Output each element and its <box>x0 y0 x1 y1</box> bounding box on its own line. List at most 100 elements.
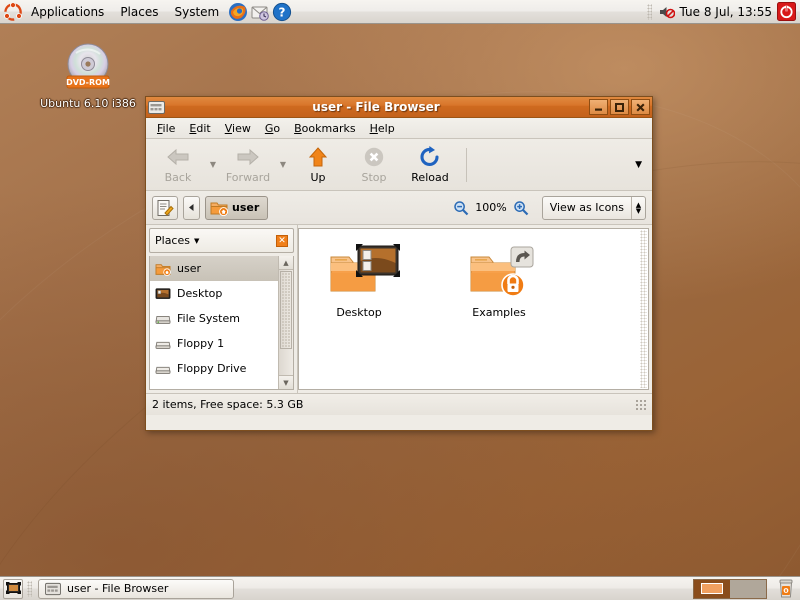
sidebar-item-user[interactable]: user <box>150 256 278 281</box>
toolbar-back-menu-arrow[interactable]: ▼ <box>206 160 220 169</box>
menu-bookmarks[interactable]: Bookmarks <box>287 120 362 137</box>
folder-icon <box>309 243 409 301</box>
file-browser-window[interactable]: user - File Browser File Edit View Go Bo… <box>145 96 653 431</box>
menu-go[interactable]: Go <box>258 120 287 137</box>
menu-file-rest: ile <box>163 122 176 135</box>
taskbar-button-label: user - File Browser <box>67 582 168 595</box>
file-item-examples[interactable]: Examples <box>449 243 549 319</box>
trash-icon[interactable] <box>775 579 797 599</box>
sidebar-item-floppy-drive[interactable]: Floppy Drive <box>150 356 278 381</box>
file-view-scroll-grip[interactable] <box>640 230 647 388</box>
svg-text:DVD-ROM: DVD-ROM <box>66 78 110 87</box>
scrollbar-trough[interactable] <box>279 350 293 375</box>
breadcrumb-user-label: user <box>232 201 259 214</box>
edit-location-icon <box>156 199 174 217</box>
resize-grip[interactable] <box>635 399 646 410</box>
sidebar-item-desktop-label: Desktop <box>177 287 222 300</box>
toolbar-reload-button[interactable]: Reload <box>402 141 458 189</box>
menu-go-rest: o <box>273 122 280 135</box>
evolution-mail-launcher-icon[interactable] <box>250 2 270 22</box>
scrollbar-thumb[interactable] <box>280 271 292 349</box>
taskbar-button-file-browser[interactable]: user - File Browser <box>38 579 234 599</box>
file-list-view[interactable]: Desktop <box>298 228 649 390</box>
file-item-desktop-label: Desktop <box>309 306 409 319</box>
menu-help-rest: elp <box>378 122 395 135</box>
sidebar-item-file-system[interactable]: File System <box>150 306 278 331</box>
workspace-2[interactable] <box>730 580 766 598</box>
folder-icon <box>449 243 549 301</box>
scroll-up-arrow[interactable]: ▲ <box>279 256 293 270</box>
panel-grip[interactable] <box>647 4 652 20</box>
file-browser-icon <box>148 100 165 115</box>
file-item-desktop[interactable]: Desktop <box>309 243 409 319</box>
menu-help[interactable]: Help <box>363 120 402 137</box>
sidebar-item-file-system-label: File System <box>177 312 240 325</box>
workspace-window-preview <box>701 583 723 594</box>
toolbar-forward-button[interactable]: Forward <box>220 141 276 189</box>
location-bar: user 100% View as Icons <box>146 191 652 225</box>
edit-location-button[interactable] <box>152 196 178 220</box>
minimize-button[interactable] <box>589 99 608 115</box>
close-button[interactable] <box>631 99 650 115</box>
menu-file[interactable]: File <box>150 120 182 137</box>
close-sidebar-icon[interactable]: ✕ <box>276 235 288 247</box>
file-browser-icon <box>45 582 61 596</box>
panel-menu-places[interactable]: Places <box>113 2 165 22</box>
zoom-in-icon[interactable] <box>513 200 529 216</box>
view-as-spinner[interactable]: ▲ ▼ <box>631 197 645 219</box>
volume-muted-icon[interactable] <box>659 4 675 20</box>
menu-edit-rest: dit <box>196 122 210 135</box>
spinner-down-arrow[interactable]: ▼ <box>636 208 641 214</box>
toolbar-up-label: Up <box>310 171 325 184</box>
clock[interactable]: Tue 8 Jul, 13:55 <box>680 5 772 19</box>
show-desktop-icon[interactable] <box>3 579 23 599</box>
places-list: user Desktop <box>149 256 294 390</box>
top-panel: Applications Places System ? <box>0 0 800 24</box>
maximize-button[interactable] <box>610 99 629 115</box>
sidebar-item-floppy-drive-label: Floppy Drive <box>177 362 246 375</box>
toolbar-up-button[interactable]: Up <box>290 141 346 189</box>
breadcrumb-user[interactable]: user <box>205 196 268 220</box>
menu-view-mnemonic: V <box>225 122 232 135</box>
menu-view[interactable]: View <box>218 120 258 137</box>
previous-path-button[interactable] <box>183 196 200 220</box>
ubuntu-logo-icon[interactable] <box>4 3 22 21</box>
window-body: Places ▼ ✕ user <box>146 225 652 393</box>
workspace-switcher[interactable] <box>693 579 767 599</box>
power-button-icon[interactable] <box>777 2 796 21</box>
drive-harddisk-icon <box>155 312 171 326</box>
places-header[interactable]: Places ▼ ✕ <box>149 228 294 253</box>
panel-grip[interactable] <box>27 581 32 597</box>
help-launcher-icon[interactable]: ? <box>272 2 292 22</box>
window-statusbar: 2 items, Free space: 5.3 GB <box>146 393 652 415</box>
desktop-icon-dvd-rom[interactable]: DVD-ROM Ubuntu 6.10 i386 <box>36 42 140 110</box>
view-as-selector[interactable]: View as Icons ▲ ▼ <box>542 196 646 220</box>
window-titlebar[interactable]: user - File Browser <box>146 97 652 118</box>
menu-edit[interactable]: Edit <box>182 120 217 137</box>
places-sidebar: Places ▼ ✕ user <box>146 225 298 393</box>
status-text: 2 items, Free space: 5.3 GB <box>152 398 303 411</box>
panel-menu-applications[interactable]: Applications <box>24 2 111 22</box>
zoom-out-icon[interactable] <box>453 200 469 216</box>
workspace-1[interactable] <box>694 580 730 598</box>
lock-emblem <box>502 274 524 296</box>
window-toolbar: Back ▼ Forward ▼ Up <box>146 139 652 191</box>
sidebar-item-user-label: user <box>177 262 201 275</box>
toolbar-back-button[interactable]: Back <box>150 141 206 189</box>
sidebar-scrollbar[interactable]: ▲ ▼ <box>278 256 293 389</box>
toolbar-back-label: Back <box>165 171 192 184</box>
chevron-down-icon[interactable]: ▼ <box>194 237 199 245</box>
toolbar-stop-button[interactable]: Stop <box>346 141 402 189</box>
sidebar-item-desktop[interactable]: Desktop <box>150 281 278 306</box>
menu-help-mnemonic: H <box>370 122 378 135</box>
back-arrow-icon <box>165 145 191 169</box>
scroll-down-arrow[interactable]: ▼ <box>279 375 293 389</box>
up-arrow-icon <box>305 145 331 169</box>
toolbar-separator <box>466 148 467 182</box>
firefox-launcher-icon[interactable] <box>228 2 248 22</box>
svg-text:?: ? <box>279 5 286 19</box>
toolbar-overflow-arrow[interactable]: ▼ <box>635 160 642 170</box>
panel-menu-system[interactable]: System <box>167 2 226 22</box>
sidebar-item-floppy-1[interactable]: Floppy 1 <box>150 331 278 356</box>
toolbar-forward-menu-arrow[interactable]: ▼ <box>276 160 290 169</box>
